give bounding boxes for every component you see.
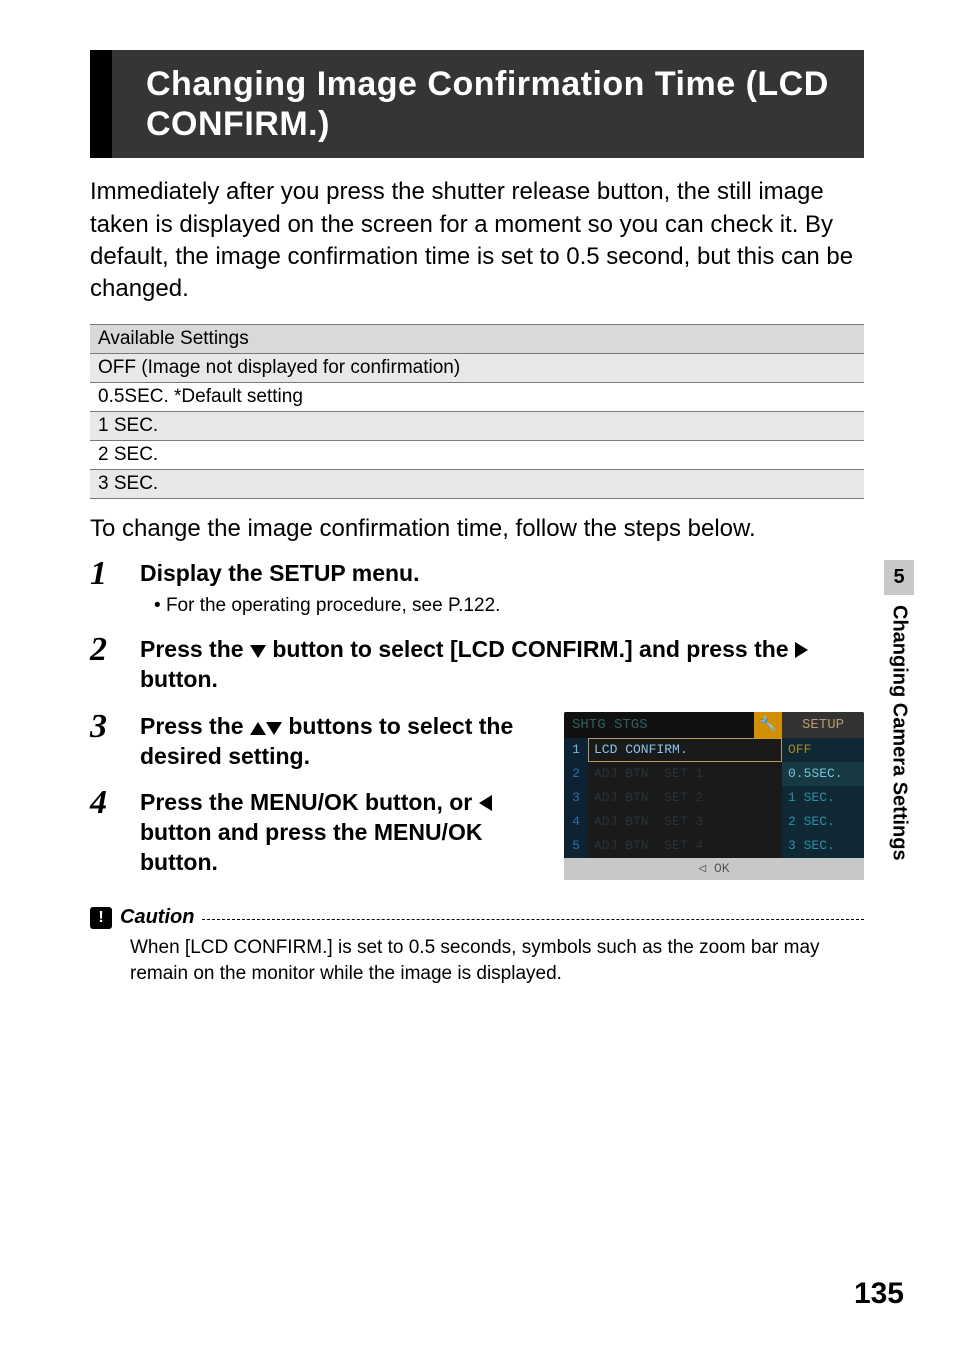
step-head: Press the buttons to select the desired … (140, 712, 544, 772)
text: Press the MENU/OK button, or (140, 789, 479, 815)
step-number-4: 4 (90, 784, 107, 822)
table-row: OFF (Image not displayed for confirmatio… (90, 353, 864, 382)
screen-option-values: OFF 0.5SEC. 1 SEC. 2 SEC. 3 SEC. (782, 738, 864, 858)
screen-menu-items: LCD CONFIRM. ADJ BTN. SET.1 ADJ BTN. SET… (588, 738, 782, 858)
step-number-2: 2 (90, 631, 107, 669)
chapter-label: Changing Camera Settings (888, 605, 911, 861)
step-head: Press the MENU/OK button, or button and … (140, 788, 560, 878)
follow-text: To change the image confirmation time, f… (90, 515, 864, 543)
down-triangle-icon (250, 645, 266, 658)
step-4: 4 Press the MENU/OK button, or button an… (90, 788, 560, 878)
side-tab: 5 Changing Camera Settings (884, 560, 914, 861)
step-number-3: 3 (90, 708, 107, 746)
text: button to select [LCD CONFIRM.] and pres… (272, 636, 795, 662)
table-row: 3 SEC. (90, 469, 864, 498)
screen-header-right: SETUP (782, 712, 864, 738)
step-head: Press the button to select [LCD CONFIRM.… (140, 635, 864, 695)
text: Press the (140, 636, 250, 662)
screen-row-numbers: 1 2 3 4 5 (564, 738, 588, 858)
page-number: 135 (854, 1277, 904, 1311)
screen-header-left: SHTG STGS (564, 712, 754, 738)
table-row: 0.5SEC. *Default setting (90, 382, 864, 411)
text: button. (140, 666, 218, 692)
wrench-icon: 🔧 (754, 712, 782, 738)
section-title: Changing Image Confirmation Time (LCD CO… (146, 64, 846, 144)
caution-icon: ! (90, 907, 112, 929)
step-1: 1 Display the SETUP menu. For the operat… (90, 559, 864, 617)
right-triangle-icon (795, 642, 808, 658)
up-triangle-icon (250, 722, 266, 735)
step-number-1: 1 (90, 555, 107, 593)
step-sub: For the operating procedure, see P.122. (154, 595, 864, 617)
table-row: 2 SEC. (90, 440, 864, 469)
intro-paragraph: Immediately after you press the shutter … (90, 176, 864, 306)
table-row: 1 SEC. (90, 411, 864, 440)
left-triangle-icon (479, 795, 492, 811)
screen-footer: ◁ OK (564, 858, 864, 880)
caution-text: When [LCD CONFIRM.] is set to 0.5 second… (130, 935, 864, 986)
section-title-block: Changing Image Confirmation Time (LCD CO… (90, 50, 864, 158)
step-head: Display the SETUP menu. (140, 559, 864, 589)
text: Press the (140, 713, 250, 739)
text: button and press the MENU/OK button. (140, 819, 482, 875)
chapter-number: 5 (884, 560, 914, 595)
down-triangle-icon (266, 722, 282, 735)
step-2: 2 Press the button to select [LCD CONFIR… (90, 635, 864, 695)
caution-label: Caution (120, 906, 194, 929)
settings-header: Available Settings (90, 324, 864, 353)
steps-list: 1 Display the SETUP menu. For the operat… (90, 559, 864, 878)
available-settings-table: Available Settings OFF (Image not displa… (90, 324, 864, 499)
dash-rule (202, 919, 864, 920)
caution-block: ! Caution When [LCD CONFIRM.] is set to … (90, 906, 864, 986)
camera-setup-screen: SHTG STGS 🔧 SETUP 1 2 3 4 5 LC (564, 712, 864, 880)
